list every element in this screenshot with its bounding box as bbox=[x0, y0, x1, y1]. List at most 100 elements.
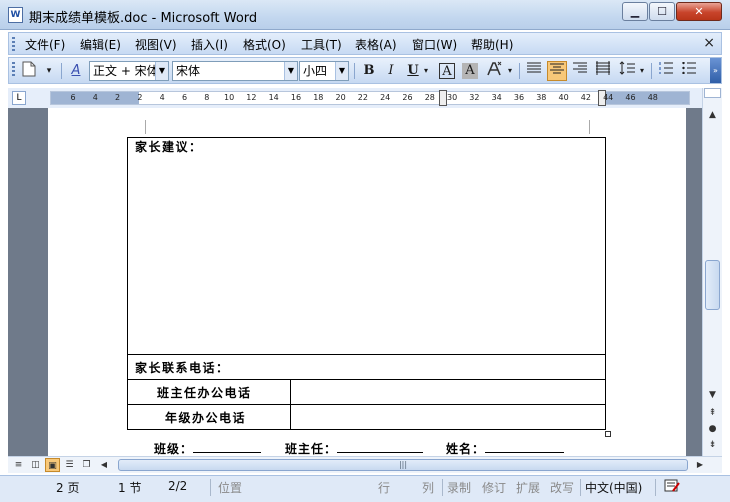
ruler-tick-label: 12 bbox=[246, 93, 257, 102]
chevron-down-icon[interactable]: ▼ bbox=[155, 62, 168, 80]
footer-name: 姓名： bbox=[446, 440, 565, 456]
font-size-combo[interactable]: 小四 ▼ bbox=[299, 61, 349, 81]
highlight-icon[interactable] bbox=[485, 61, 505, 81]
distributed-align-icon[interactable] bbox=[593, 61, 613, 81]
highlight-dropdown-icon[interactable]: ▾ bbox=[505, 61, 515, 81]
vertical-scroll-thumb[interactable] bbox=[705, 260, 720, 310]
menu-tools[interactable]: 工具(T) bbox=[301, 36, 342, 53]
menu-view[interactable]: 视图(V) bbox=[135, 36, 177, 53]
menu-table[interactable]: 表格(A) bbox=[355, 36, 397, 53]
toolbar-options-icon[interactable]: ▾ bbox=[39, 61, 59, 81]
tab-selector-icon[interactable]: L bbox=[12, 91, 26, 105]
table-row-divider bbox=[128, 354, 605, 355]
menu-window[interactable]: 窗口(W) bbox=[412, 36, 457, 53]
style-combo[interactable]: 正文 + 宋体 ▼ bbox=[89, 61, 169, 81]
status-page-of: 2/2 bbox=[168, 479, 188, 493]
menu-file[interactable]: 文件(F) bbox=[25, 36, 65, 53]
toolbar-grip-icon[interactable] bbox=[12, 62, 15, 76]
new-document-icon[interactable] bbox=[19, 61, 39, 81]
font-size-combo-value: 小四 bbox=[303, 64, 328, 78]
line-spacing-icon[interactable] bbox=[617, 61, 637, 81]
document-close-button[interactable]: × bbox=[703, 35, 715, 51]
footer-class-blank[interactable] bbox=[193, 441, 262, 453]
status-record[interactable]: 录制 bbox=[447, 479, 471, 496]
left-indent-marker[interactable] bbox=[439, 90, 447, 106]
menu-edit[interactable]: 编辑(E) bbox=[80, 36, 121, 53]
horizontal-scroll-thumb[interactable]: ||| bbox=[118, 459, 688, 471]
status-separator bbox=[210, 479, 211, 496]
menu-bar: 文件(F) 编辑(E) 视图(V) 插入(I) 格式(O) 工具(T) 表格(A… bbox=[8, 32, 722, 55]
web-layout-icon[interactable]: ◫ bbox=[28, 458, 43, 472]
footer-teacher-blank[interactable] bbox=[337, 441, 424, 453]
ruler-right-margin bbox=[601, 92, 689, 104]
spelling-status-icon[interactable] bbox=[664, 478, 682, 497]
print-layout-icon[interactable]: ▣ bbox=[45, 458, 60, 472]
word-app-icon[interactable]: W bbox=[8, 7, 23, 23]
ruler-tick-label: 24 bbox=[380, 93, 391, 102]
font-combo[interactable]: 宋体 ▼ bbox=[172, 61, 298, 81]
footer-teacher-label: 班主任： bbox=[285, 442, 338, 456]
parent-info-table[interactable]: 家长建议： 家长联系电话： 班主任办公电话 年级办公电话 bbox=[127, 137, 606, 430]
document-page[interactable]: 家长建议： 家长联系电话： 班主任办公电话 年级办公电话 班级： 班主任： 姓名… bbox=[48, 108, 686, 456]
status-extend[interactable]: 扩展 bbox=[516, 479, 540, 496]
split-box[interactable] bbox=[704, 88, 721, 98]
toolbar-separator bbox=[519, 63, 520, 79]
ruler-tick-label: 18 bbox=[313, 93, 324, 102]
line-spacing-dropdown-icon[interactable]: ▾ bbox=[637, 61, 647, 81]
scroll-up-icon[interactable]: ▲ bbox=[705, 108, 720, 123]
menu-format[interactable]: 格式(O) bbox=[243, 36, 286, 53]
status-revision[interactable]: 修订 bbox=[482, 479, 506, 496]
status-line: 行 bbox=[378, 481, 391, 495]
align-center-icon[interactable] bbox=[547, 61, 567, 81]
menu-grip-icon[interactable] bbox=[12, 37, 15, 51]
maximize-button[interactable]: ☐ bbox=[649, 2, 675, 21]
ruler-tick-label: 30 bbox=[447, 93, 458, 102]
ruler-tick-label: 10 bbox=[224, 93, 235, 102]
character-shading-button[interactable]: A bbox=[462, 63, 478, 79]
underline-dropdown-icon[interactable]: ▾ bbox=[421, 61, 431, 81]
status-section: 1 节 bbox=[118, 481, 142, 495]
scroll-down-icon[interactable]: ▼ bbox=[705, 388, 720, 403]
minimize-button[interactable]: ▁ bbox=[622, 2, 648, 21]
reading-layout-icon[interactable]: ❐ bbox=[79, 458, 94, 472]
toolbar-overflow-icon[interactable]: » bbox=[710, 58, 721, 83]
ruler-tick-label: 38 bbox=[536, 93, 547, 102]
ruler-tick-label: 36 bbox=[513, 93, 525, 102]
chevron-down-icon[interactable]: ▼ bbox=[284, 62, 297, 80]
scroll-left-icon[interactable]: ◀ bbox=[98, 459, 110, 471]
scroll-right-icon[interactable]: ▶ bbox=[694, 459, 706, 471]
outline-view-icon[interactable]: ☰ bbox=[62, 458, 77, 472]
character-border-button[interactable]: A bbox=[439, 63, 455, 79]
menu-help[interactable]: 帮助(H) bbox=[471, 36, 513, 53]
bullets-icon[interactable] bbox=[679, 61, 699, 81]
horizontal-ruler[interactable]: 6 4 2 2 4 6 8 10 12 14 16 18 20 22 24 26 28 30 32 34 36 38 40 4… bbox=[50, 90, 690, 106]
close-button[interactable]: ✕ bbox=[676, 2, 722, 21]
table-resize-handle[interactable] bbox=[605, 431, 611, 437]
normal-view-icon[interactable]: ≡ bbox=[11, 458, 26, 472]
status-overtype[interactable]: 改写 bbox=[550, 479, 574, 496]
vertical-scrollbar[interactable]: ▲ ▼ ⇞ ● ⇟ bbox=[702, 88, 722, 456]
toolbar-separator bbox=[61, 63, 62, 79]
underline-button[interactable]: U bbox=[403, 61, 423, 81]
horizontal-scrollbar[interactable]: ◀ ||| ▶ bbox=[98, 459, 703, 471]
status-column: 列 bbox=[422, 481, 435, 495]
status-language[interactable]: 中文(中国) bbox=[585, 479, 642, 496]
next-page-icon[interactable]: ⇟ bbox=[705, 438, 720, 453]
menu-insert[interactable]: 插入(I) bbox=[191, 36, 228, 53]
styles-formatting-icon[interactable]: A bbox=[66, 61, 86, 81]
italic-button[interactable]: I bbox=[381, 61, 401, 81]
ruler-tick-label: 48 bbox=[647, 93, 658, 102]
ruler-tick-label: 22 bbox=[357, 93, 368, 102]
chevron-down-icon[interactable]: ▼ bbox=[335, 62, 348, 80]
previous-page-icon[interactable]: ⇞ bbox=[705, 406, 720, 421]
ruler-tick-label: 16 bbox=[290, 93, 302, 102]
status-separator bbox=[442, 479, 443, 496]
align-right-icon[interactable] bbox=[570, 61, 590, 81]
ruler-row: L 6 4 2 2 4 6 8 10 12 14 16 18 20 22 24 26 28 30 32 34 36 38 4… bbox=[8, 88, 722, 108]
footer-name-blank[interactable] bbox=[485, 441, 565, 453]
select-browse-object-icon[interactable]: ● bbox=[705, 422, 720, 437]
bold-button[interactable]: B bbox=[359, 61, 379, 81]
align-justify-icon[interactable] bbox=[524, 61, 544, 81]
footer-class-label: 班级： bbox=[154, 442, 194, 456]
numbering-icon[interactable] bbox=[656, 61, 676, 81]
